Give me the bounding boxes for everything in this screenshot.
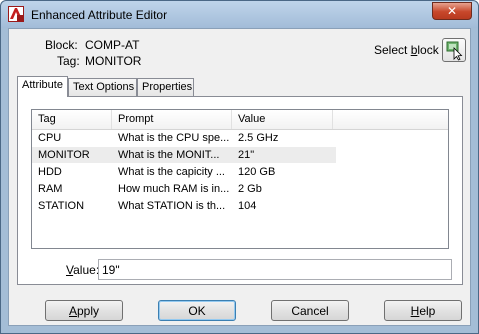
row-prompt: What is the CPU spe... — [118, 132, 230, 144]
row-value: 2.5 GHz — [238, 132, 279, 144]
value-input[interactable] — [98, 259, 452, 280]
dialog-window: Enhanced Attribute Editor ✕ Block: COMP-… — [0, 0, 479, 334]
row-tag: MONITOR — [38, 149, 90, 161]
select-object-icon — [446, 41, 463, 61]
tag-label: Tag: — [57, 54, 80, 68]
cancel-button[interactable]: Cancel — [271, 300, 349, 321]
tab-attribute[interactable]: Attribute — [17, 76, 68, 97]
close-button[interactable]: ✕ — [432, 2, 472, 20]
row-tag: RAM — [38, 183, 63, 195]
autocad-app-icon — [8, 6, 24, 22]
ok-button[interactable]: OK — [158, 300, 236, 321]
tag-name: MONITOR — [85, 54, 142, 68]
attribute-list[interactable]: Tag Prompt Value CPU What is the CPU spe… — [31, 109, 449, 249]
list-header: Tag Prompt Value — [32, 110, 448, 130]
row-prompt: What is the MONIT... — [118, 149, 220, 161]
column-header-tag[interactable]: Tag — [32, 110, 112, 129]
row-value: 2 Gb — [238, 183, 262, 195]
dialog-body: Block: COMP-AT Tag: MONITOR Select block… — [8, 28, 471, 326]
row-value: 120 GB — [238, 166, 276, 178]
window-title: Enhanced Attribute Editor — [31, 8, 168, 22]
select-block-label: Select block — [374, 43, 439, 57]
row-value: 104 — [238, 200, 257, 212]
attribute-tab-panel: Tag Prompt Value CPU What is the CPU spe… — [17, 96, 463, 285]
table-row[interactable]: HDD What is the capicity ... 120 GB — [32, 164, 336, 180]
close-icon: ✕ — [446, 4, 458, 18]
column-header-value[interactable]: Value — [232, 110, 333, 129]
tab-text-options[interactable]: Text Options — [68, 78, 137, 96]
block-name: COMP-AT — [85, 38, 140, 52]
table-row[interactable]: RAM How much RAM is in... 2 Gb — [32, 181, 336, 197]
title-bar[interactable]: Enhanced Attribute Editor ✕ — [1, 1, 478, 28]
row-tag: CPU — [38, 132, 62, 144]
column-header-prompt[interactable]: Prompt — [112, 110, 232, 129]
row-tag: HDD — [38, 166, 62, 178]
block-label: Block: — [45, 38, 78, 52]
row-tag: STATION — [38, 200, 85, 212]
apply-button[interactable]: Apply — [45, 300, 123, 321]
tab-properties[interactable]: Properties — [137, 78, 194, 96]
table-row[interactable]: STATION What STATION is th... 104 — [32, 198, 336, 214]
value-label: Value: — [66, 263, 100, 277]
row-prompt: What is the capicity ... — [118, 166, 225, 178]
row-prompt: How much RAM is in... — [118, 183, 230, 195]
row-value: 21" — [238, 149, 255, 161]
table-row[interactable]: CPU What is the CPU spe... 2.5 GHz — [32, 130, 336, 146]
help-button[interactable]: Help — [384, 300, 462, 321]
table-row-selected[interactable]: MONITOR What is the MONIT... 21" — [32, 147, 336, 163]
row-prompt: What STATION is th... — [118, 200, 226, 212]
select-block-button[interactable] — [442, 38, 466, 62]
